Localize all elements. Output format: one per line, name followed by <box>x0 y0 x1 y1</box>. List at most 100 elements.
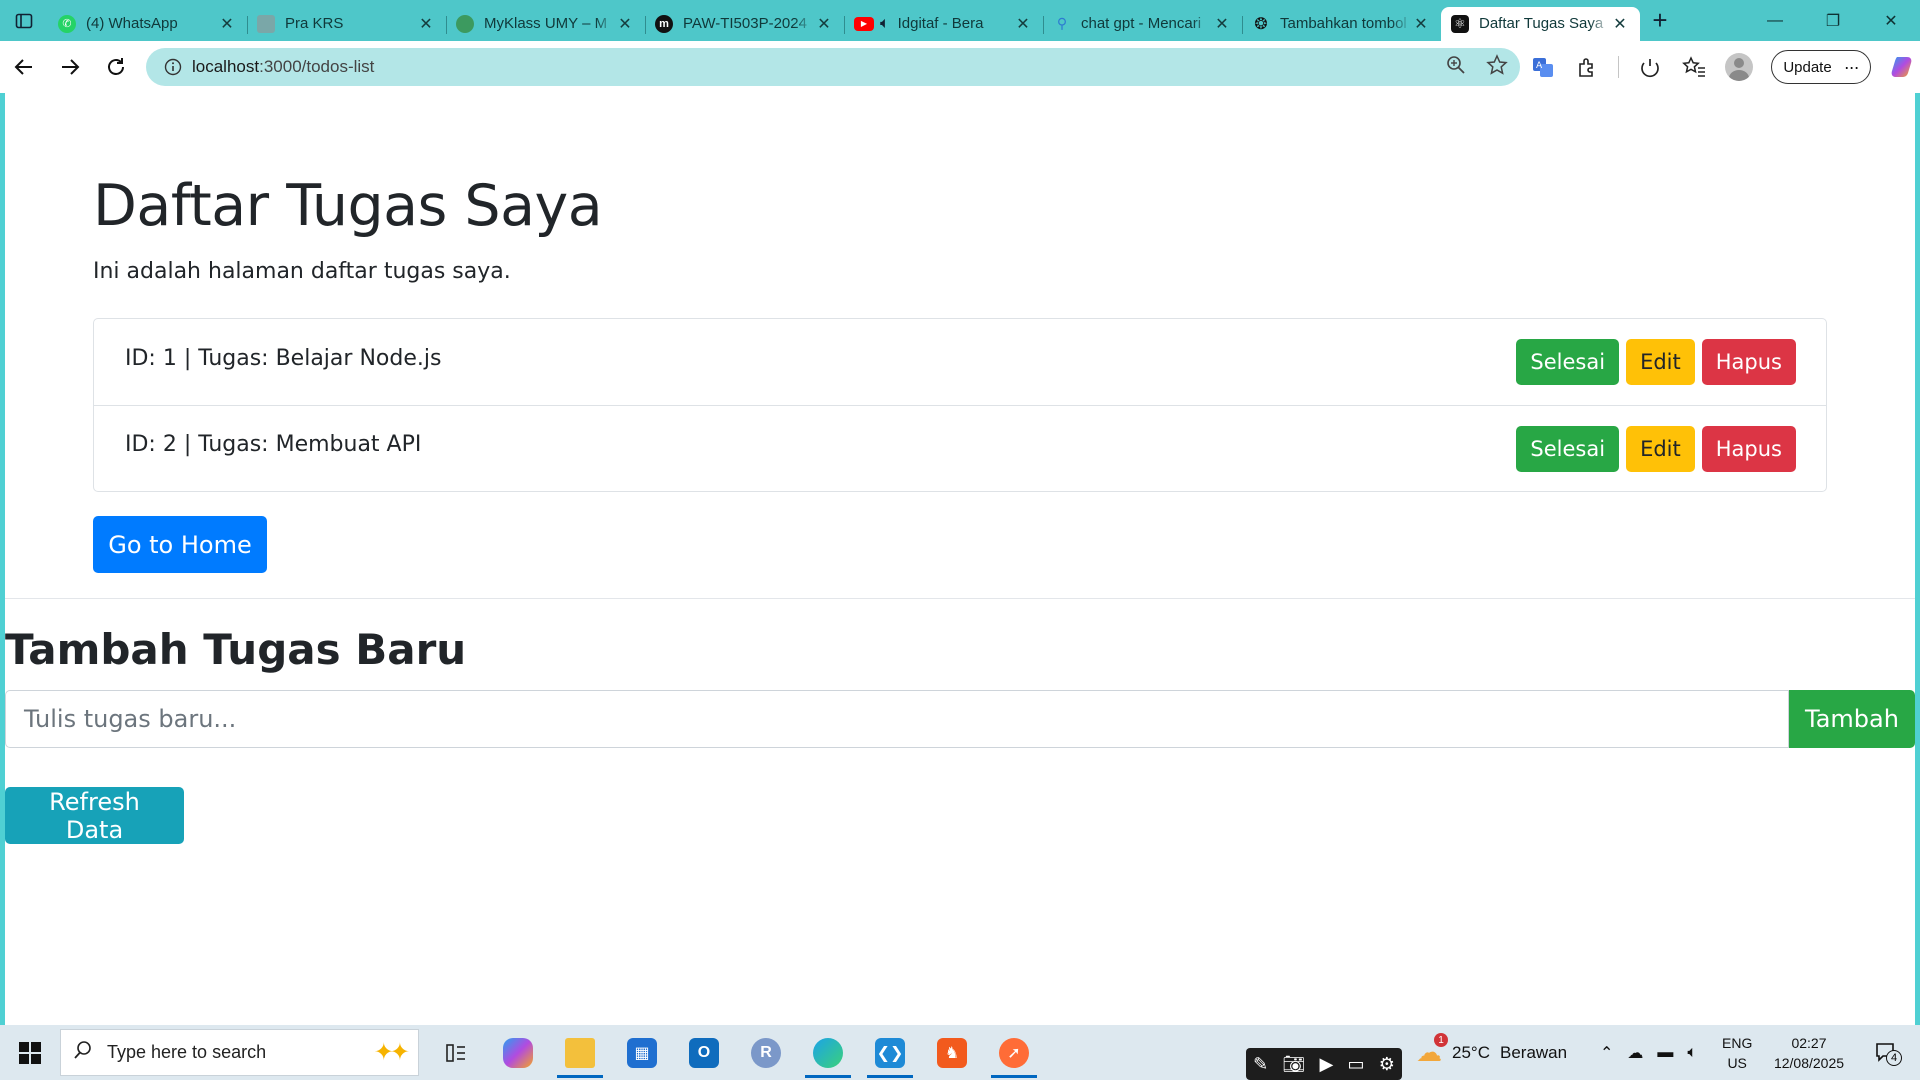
window-icon[interactable]: ▭ <box>1348 1054 1365 1075</box>
close-window-button[interactable]: ✕ <box>1862 0 1920 41</box>
favorite-star-icon[interactable] <box>1486 53 1508 81</box>
new-task-input[interactable]: Tulis tugas baru... <box>5 690 1789 748</box>
close-icon[interactable]: ✕ <box>615 14 635 34</box>
chevron-up-icon[interactable]: ⌃ <box>1600 1043 1613 1063</box>
tab-youtube[interactable]: ▶ 🔈︎ Idgitaf - Bera ✕ <box>844 7 1043 41</box>
edit-button[interactable]: Edit <box>1626 425 1695 472</box>
taskbar-apps: ▦ O R ❮❯ ♞ ➚ <box>425 1025 1045 1080</box>
system-clock[interactable]: 02:27 12/08/2025 <box>1764 1033 1854 1073</box>
outlook-icon: O <box>689 1037 719 1068</box>
page-lead: Ini adalah halaman daftar tugas saya. <box>93 259 511 284</box>
favorites-icon[interactable] <box>1681 54 1707 80</box>
reload-button[interactable] <box>94 47 138 87</box>
chatgpt-icon: ❂ <box>1254 15 1268 33</box>
update-label: Update <box>1783 58 1832 76</box>
page-title: Daftar Tugas Saya <box>93 173 603 239</box>
onedrive-icon[interactable]: ☁ <box>1627 1043 1643 1063</box>
copilot-icon <box>503 1037 533 1068</box>
store-icon: ▦ <box>627 1037 657 1068</box>
edge-app[interactable] <box>797 1025 859 1080</box>
update-button[interactable]: Update ··· <box>1771 50 1871 84</box>
close-icon[interactable]: ✕ <box>1411 14 1431 34</box>
vscode-app[interactable]: ❮❯ <box>859 1025 921 1080</box>
task-view-button[interactable] <box>425 1025 487 1080</box>
tab-actions-button[interactable] <box>0 0 48 41</box>
language-indicator[interactable]: ENG US <box>1722 1033 1752 1073</box>
tab-title: PAW-TI503P-2024 <box>683 15 807 32</box>
tab-whatsapp[interactable]: ✆ (4) WhatsApp ✕ <box>48 7 247 41</box>
refresh-data-button[interactable]: Refresh Data <box>5 787 184 844</box>
tab-chatgpt[interactable]: ❂ Tambahkan tombol ✕ <box>1242 7 1441 41</box>
windows-logo-icon <box>19 1041 41 1064</box>
battery-icon[interactable]: ▬ <box>1657 1044 1673 1062</box>
volume-icon[interactable]: 🔈︎ <box>1687 1044 1697 1062</box>
minimize-button[interactable]: — <box>1746 0 1804 41</box>
brave-app[interactable]: ♞ <box>921 1025 983 1080</box>
close-icon[interactable]: ✕ <box>1013 14 1033 34</box>
tab-chatgpt-search[interactable]: ⚲ chat gpt - Mencari ✕ <box>1043 7 1242 41</box>
weather-temp: 25°C <box>1452 1042 1490 1062</box>
performance-icon[interactable] <box>1637 54 1663 80</box>
notification-center-button[interactable]: 4 <box>1870 1038 1904 1068</box>
restore-button[interactable]: ❐ <box>1804 0 1862 41</box>
todo-item: ID: 2 | Tugas: Membuat API Selesai Edit … <box>94 405 1826 491</box>
url-text[interactable]: localhost:3000/todos-list <box>192 57 374 77</box>
tab-title: MyKlass UMY – M <box>484 15 608 32</box>
close-icon[interactable]: ✕ <box>1212 14 1232 34</box>
profile-avatar[interactable] <box>1725 53 1753 81</box>
plus-icon: + <box>1652 5 1668 35</box>
delete-button[interactable]: Hapus <box>1701 339 1796 385</box>
file-explorer-app[interactable] <box>549 1025 611 1080</box>
outlook-app[interactable]: O <box>673 1025 735 1080</box>
extensions-icon[interactable] <box>1574 54 1600 80</box>
new-tab-button[interactable]: + <box>1640 4 1680 38</box>
url-host: localhost <box>192 57 260 76</box>
postman-app[interactable]: ➚ <box>983 1025 1045 1080</box>
taskbar-search[interactable]: Type here to search ✦✦ <box>60 1029 419 1076</box>
folder-icon <box>565 1037 595 1068</box>
restore-icon: ❐ <box>1825 12 1841 30</box>
tab-daftar-tugas[interactable]: ⚛ Daftar Tugas Saya ✕ <box>1441 6 1640 41</box>
clock-time: 02:27 <box>1791 1035 1827 1051</box>
start-button[interactable] <box>0 1025 60 1080</box>
r-app[interactable]: R <box>735 1025 797 1080</box>
copilot-icon[interactable] <box>1889 54 1915 80</box>
go-home-button[interactable]: Go to Home <box>93 516 267 573</box>
add-task-heading: Tambah Tugas Baru <box>5 625 467 674</box>
tab-pra-krs[interactable]: Pra KRS ✕ <box>247 7 446 41</box>
close-icon[interactable]: ✕ <box>814 14 834 34</box>
forward-button[interactable] <box>48 47 92 87</box>
tab-title: Idgitaf - Bera <box>897 15 984 32</box>
translate-icon[interactable]: A <box>1530 54 1556 80</box>
add-task-button[interactable]: Tambah <box>1789 690 1915 748</box>
tab-actions-icon <box>15 13 33 28</box>
region-code: US <box>1727 1055 1747 1071</box>
close-icon[interactable]: ✕ <box>416 14 436 34</box>
delete-button[interactable]: Hapus <box>1701 425 1796 472</box>
done-button[interactable]: Selesai <box>1516 425 1620 472</box>
edit-button[interactable]: Edit <box>1626 339 1695 385</box>
settings-icon[interactable]: ⚙ <box>1379 1054 1395 1075</box>
video-icon[interactable]: ▶ <box>1319 1054 1333 1075</box>
more-icon: ··· <box>1843 56 1860 77</box>
store-app[interactable]: ▦ <box>611 1025 673 1080</box>
todo-actions: Selesai Edit Hapus <box>1516 425 1796 472</box>
done-button[interactable]: Selesai <box>1516 339 1620 385</box>
speaker-icon[interactable]: 🔈︎ <box>880 15 890 33</box>
search-placeholder: Type here to search <box>107 1042 267 1062</box>
tab-myklass[interactable]: MyKlass UMY – M ✕ <box>446 7 645 41</box>
browser-extensions: A Update ··· <box>1530 41 1915 93</box>
tab-title: chat gpt - Mencari <box>1081 15 1202 32</box>
close-icon[interactable]: ✕ <box>1610 14 1630 34</box>
pen-icon[interactable]: ✎ <box>1253 1054 1268 1075</box>
copilot-app[interactable] <box>487 1025 549 1080</box>
tab-paw[interactable]: m PAW-TI503P-2024 ✕ <box>645 7 844 41</box>
section-divider <box>5 598 1915 599</box>
zoom-icon[interactable] <box>1446 55 1466 80</box>
camera-icon[interactable]: 📷︎ <box>1282 1054 1305 1075</box>
address-bar[interactable]: localhost:3000/todos-list <box>146 48 1520 86</box>
back-button[interactable] <box>2 47 46 87</box>
weather-widget[interactable]: ☁ 1 25°C Berawan <box>1416 1025 1567 1080</box>
close-icon[interactable]: ✕ <box>217 14 237 34</box>
site-info-button[interactable] <box>154 58 192 76</box>
